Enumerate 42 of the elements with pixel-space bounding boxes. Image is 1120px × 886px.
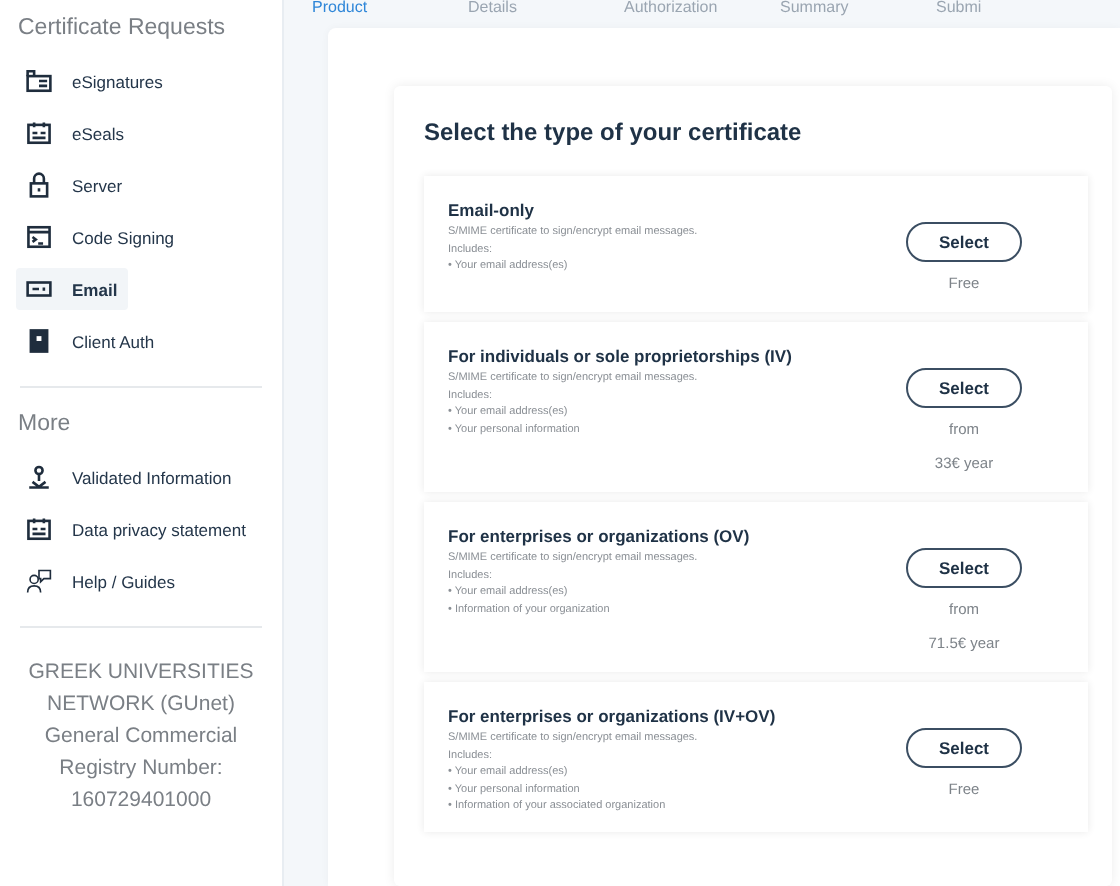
option-title: For enterprises or organizations (IV+OV) <box>448 706 776 726</box>
sidebar-item-label: eSignatures <box>72 71 163 91</box>
footer-text: General Commercial <box>44 722 238 752</box>
select-button[interactable]: Select <box>906 548 1022 588</box>
section-heading: More <box>18 412 73 436</box>
sidebar-item-label: Validated Information <box>72 467 232 487</box>
lock-icon <box>26 172 52 198</box>
signature-card-icon <box>26 68 52 94</box>
id-card-icon <box>26 516 52 542</box>
footer-text: GREEK UNIVERSITIES <box>28 658 254 688</box>
id-card-icon <box>26 120 52 146</box>
sidebar-item-label: eSeals <box>72 123 124 143</box>
panel-title: Select the type of your certificate <box>424 118 804 146</box>
sidebar-item-label: Code Signing <box>72 227 175 247</box>
sidebar-item[interactable]: Server <box>16 164 133 206</box>
badge-icon <box>26 328 52 354</box>
option-title: For enterprises or organizations (OV) <box>448 526 750 546</box>
sidebar-item[interactable]: eSeals <box>16 112 134 154</box>
select-button[interactable]: Select <box>906 368 1022 408</box>
sidebar-item[interactable]: eSignatures <box>16 60 173 102</box>
sidebar-item-label: Data privacy statement <box>72 519 246 539</box>
footer-text: Registry Number: <box>59 754 223 784</box>
sidebar-item-label: Server <box>72 175 123 195</box>
sidebar-item[interactable]: Data privacy statement <box>16 508 256 550</box>
footer-text: NETWORK (GUnet) <box>47 690 235 720</box>
select-button[interactable]: Select <box>906 728 1022 768</box>
terminal-icon <box>26 224 52 250</box>
sidebar-item-label: Client Auth <box>72 331 155 351</box>
option-title: For individuals or sole proprietorships (IV) <box>448 346 792 366</box>
select-button[interactable]: Select <box>906 222 1022 262</box>
sidebar-item[interactable]: Client Auth <box>16 320 165 362</box>
sidebar-item[interactable]: Code Signing <box>16 216 185 258</box>
section-heading: Certificate Requests <box>18 16 228 40</box>
person-chat-icon <box>26 568 52 594</box>
sidebar-item[interactable]: Help / Guides <box>16 560 185 602</box>
sidebar-item-label: Email <box>72 279 118 299</box>
option-title: Email-only <box>448 200 536 220</box>
sidebar-item[interactable]: Email <box>16 268 128 310</box>
sidebar-item-label: Help / Guides <box>72 571 175 591</box>
step-tab[interactable]: Product <box>312 0 468 16</box>
sidebar-item[interactable]: Validated Information <box>16 456 242 498</box>
footer-text: 160729401000 <box>70 786 212 816</box>
